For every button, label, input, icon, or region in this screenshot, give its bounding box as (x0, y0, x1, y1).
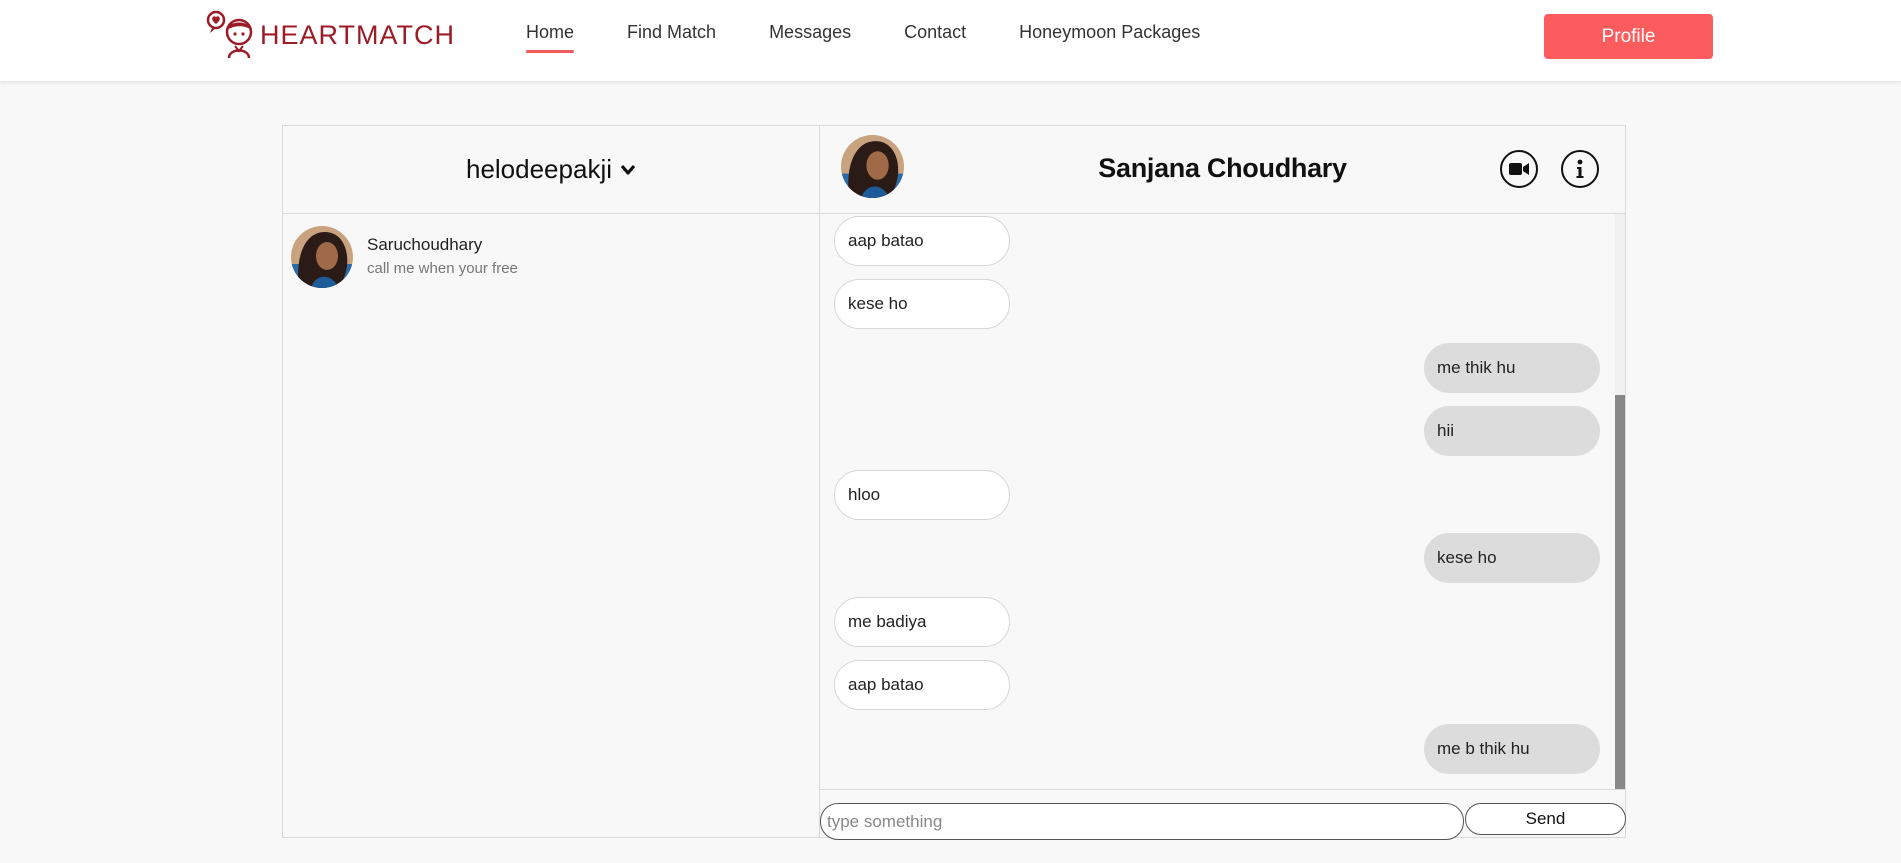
message-row: aap batao (820, 660, 1625, 710)
message-input[interactable] (820, 803, 1464, 840)
brand-logo[interactable]: HEARTMATCH (206, 10, 455, 60)
video-call-button[interactable] (1500, 150, 1538, 188)
account-switcher[interactable]: helodeepakji (283, 126, 819, 214)
message-row: hii (820, 406, 1625, 456)
chevron-down-icon (620, 164, 636, 175)
outgoing-message: kese ho (1424, 533, 1600, 583)
message-row: hloo (820, 470, 1625, 520)
chat-header: Sanjana Choudhary (820, 126, 1625, 214)
nav-messages[interactable]: Messages (769, 22, 851, 53)
message-row: me thik hu (820, 343, 1625, 393)
video-camera-icon (1509, 163, 1529, 175)
heart-bubble-boy-icon (206, 10, 253, 59)
scrollbar-thumb[interactable] (1615, 395, 1625, 789)
conversation-item[interactable]: Saruchoudhary call me when your free (283, 214, 819, 300)
message-row: aap batao (820, 216, 1625, 266)
nav-honeymoon-packages[interactable]: Honeymoon Packages (1019, 22, 1200, 53)
chat-container: helodeepakji Saruchoudhary call me when … (282, 125, 1626, 840)
nav-contact[interactable]: Contact (904, 22, 966, 53)
incoming-message: kese ho (834, 279, 1010, 329)
message-row: me badiya (820, 597, 1625, 647)
conversation-last-message: call me when your free (367, 260, 518, 277)
top-navbar: HEARTMATCH Home Find Match Messages Cont… (0, 0, 1901, 81)
message-scrollbar[interactable] (1615, 214, 1625, 789)
message-row: me b thik hu (820, 724, 1625, 774)
nav-find-match[interactable]: Find Match (627, 22, 716, 53)
account-username: helodeepakji (465, 154, 612, 184)
conversation-sidebar: helodeepakji Saruchoudhary call me when … (283, 126, 820, 837)
outgoing-message: me b thik hu (1424, 724, 1600, 774)
send-button[interactable]: Send (1465, 803, 1626, 835)
incoming-message: aap batao (834, 660, 1010, 710)
conversation-name: Saruchoudhary (367, 235, 483, 254)
message-row: kese ho (820, 533, 1625, 583)
avatar (291, 226, 353, 288)
main-nav: Home Find Match Messages Contact Honeymo… (526, 22, 1253, 53)
nav-home[interactable]: Home (526, 22, 575, 53)
outgoing-message: hii (1424, 406, 1600, 456)
incoming-message: aap batao (834, 216, 1010, 266)
info-button[interactable] (1561, 150, 1599, 188)
info-icon (1576, 159, 1584, 178)
outgoing-message: me thik hu (1424, 343, 1600, 393)
chat-panel: Sanjana Choudhary aap batao kese ho me t… (820, 126, 1626, 840)
incoming-message: me badiya (834, 597, 1010, 647)
message-composer: Send (820, 789, 1626, 840)
conversation-text: Saruchoudhary call me when your free (367, 235, 518, 277)
message-list[interactable]: aap batao kese ho me thik hu hii hloo ke… (820, 214, 1625, 789)
brand-name: HEARTMATCH (260, 19, 456, 50)
profile-button[interactable]: Profile (1544, 14, 1713, 59)
message-row: kese ho (820, 279, 1625, 329)
incoming-message: hloo (834, 470, 1010, 520)
